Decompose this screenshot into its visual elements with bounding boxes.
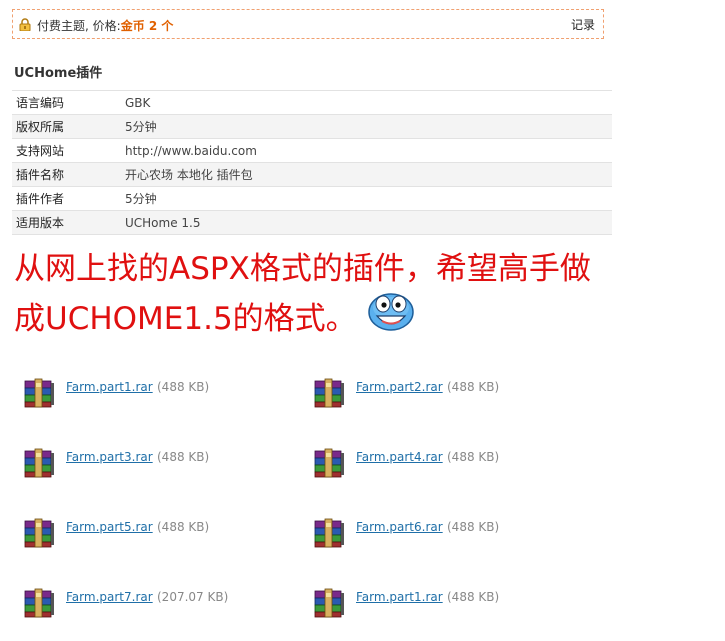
plugin-info-key: 语言编码 [12, 90, 121, 115]
attachment-link[interactable]: Farm.part7.rar [66, 590, 153, 604]
post-message: 从网上找的ASPX格式的插件，希望高手做 成UCHOME1.5的格式。 [14, 244, 614, 344]
plugin-section-title: UCHome插件 [14, 66, 103, 81]
attachment-size: (488 KB) [157, 450, 210, 464]
smiley-emoticon-icon [368, 293, 414, 331]
rar-archive-icon[interactable] [23, 378, 55, 408]
attachment-size: (488 KB) [447, 590, 500, 604]
attachment-link[interactable]: Farm.part5.rar [66, 520, 153, 534]
rar-archive-icon[interactable] [313, 448, 345, 478]
attachment-size: (488 KB) [157, 520, 210, 534]
plugin-info-value: http://www.baidu.com [121, 138, 612, 163]
plugin-info-value: 5分钟 [121, 186, 612, 211]
attachment-link[interactable]: Farm.part6.rar [356, 520, 443, 534]
paid-notice-text: 付费主题, 价格:金币 2 个 [37, 17, 173, 34]
rar-archive-icon[interactable] [23, 448, 55, 478]
plugin-info-row: 插件名称 开心农场 本地化 插件包 [12, 162, 612, 187]
rar-archive-icon[interactable] [23, 518, 55, 548]
attachment-size: (488 KB) [157, 380, 210, 394]
attachment-size: (207.07 KB) [157, 590, 229, 604]
rar-archive-icon[interactable] [313, 518, 345, 548]
rar-archive-icon[interactable] [313, 378, 345, 408]
plugin-info-key: 插件名称 [12, 162, 121, 187]
rar-archive-icon[interactable] [313, 588, 345, 618]
plugin-info-table: 语言编码 GBK 版权所属 5分钟 支持网站 http://www.baidu.com 插件… [12, 90, 612, 235]
post-message-line-2: 成UCHOME1.5的格式。 [14, 301, 357, 337]
plugin-info-key: 版权所属 [12, 114, 121, 139]
plugin-info-value: GBK [121, 90, 612, 115]
attachment-size: (488 KB) [447, 380, 500, 394]
post-message-line-1: 从网上找的ASPX格式的插件，希望高手做 [14, 251, 591, 287]
price-value: 金币 2 个 [120, 19, 174, 33]
attachment-link[interactable]: Farm.part2.rar [356, 380, 443, 394]
paid-topic-notice: 付费主题, 价格:金币 2 个 记录 [12, 9, 604, 39]
attachment-link[interactable]: Farm.part1.rar [356, 590, 443, 604]
attachment-size: (488 KB) [447, 450, 500, 464]
plugin-info-row: 插件作者 5分钟 [12, 186, 612, 211]
plugin-info-row: 版权所属 5分钟 [12, 114, 612, 139]
record-link[interactable]: 记录 [571, 16, 595, 33]
plugin-info-value: 5分钟 [121, 114, 612, 139]
plugin-info-key: 插件作者 [12, 186, 121, 211]
plugin-info-value: 开心农场 本地化 插件包 [121, 162, 612, 187]
attachment-link[interactable]: Farm.part3.rar [66, 450, 153, 464]
plugin-info-row: 支持网站 http://www.baidu.com [12, 138, 612, 163]
attachment-size: (488 KB) [447, 520, 500, 534]
rar-archive-icon[interactable] [23, 588, 55, 618]
plugin-info-key: 支持网站 [12, 138, 121, 163]
lock-icon [19, 18, 31, 31]
plugin-info-key: 适用版本 [12, 210, 121, 235]
paid-notice-label: 付费主题, 价格: [37, 19, 121, 33]
plugin-info-row: 语言编码 GBK [12, 90, 612, 115]
attachment-link[interactable]: Farm.part1.rar [66, 380, 153, 394]
plugin-info-row: 适用版本 UCHome 1.5 [12, 210, 612, 235]
attachment-link[interactable]: Farm.part4.rar [356, 450, 443, 464]
plugin-info-value: UCHome 1.5 [121, 210, 612, 235]
